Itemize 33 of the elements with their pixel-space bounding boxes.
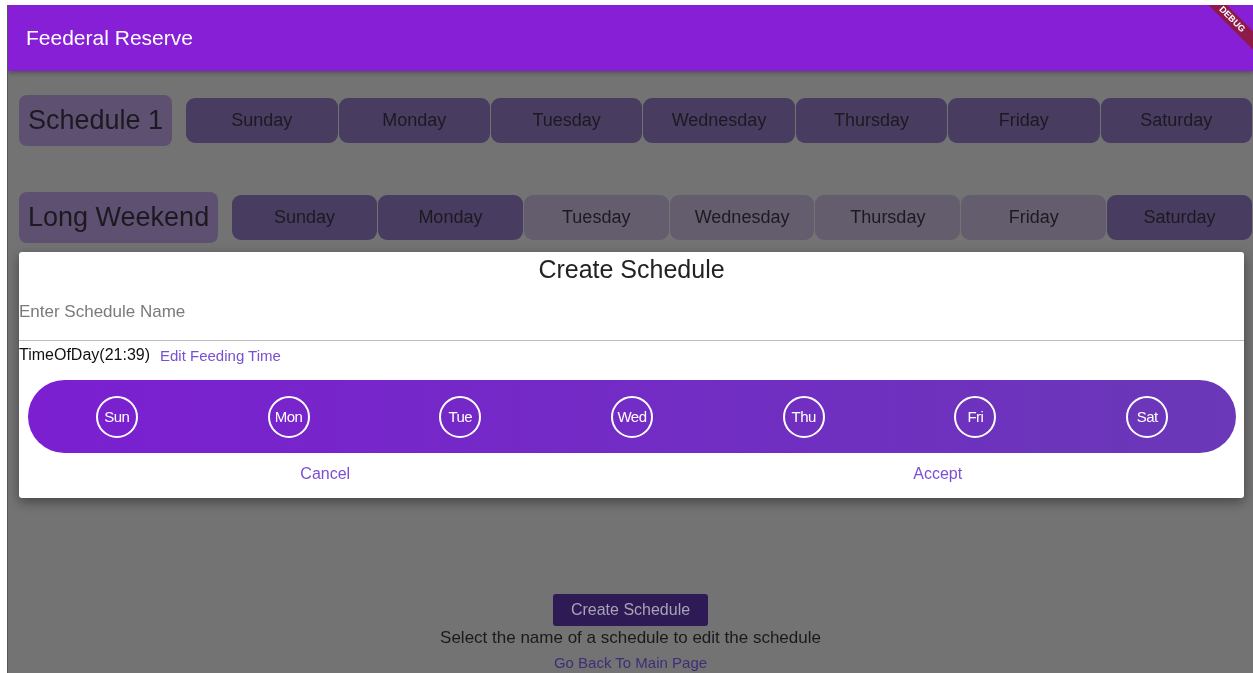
day-chip[interactable]: Tuesday — [523, 195, 669, 240]
day-toggle[interactable]: Tue — [439, 395, 482, 438]
day-toggle[interactable]: Sat — [1126, 395, 1169, 438]
day-chip[interactable]: Sunday — [232, 195, 377, 240]
day-toggle[interactable]: Thu — [782, 395, 825, 438]
schedule-name-field[interactable]: Enter Schedule Name — [19, 284, 1244, 341]
accept-button[interactable]: Accept — [905, 461, 971, 487]
day-chip[interactable]: Saturday — [1107, 195, 1252, 240]
time-text: TimeOfDay(21:39) — [19, 346, 150, 364]
day-chip[interactable]: Wednesday — [669, 195, 815, 240]
day-chip[interactable]: Friday — [961, 195, 1107, 240]
app-title: Feederal Reserve — [26, 26, 193, 50]
day-chip[interactable]: Friday — [948, 98, 1100, 143]
day-chip[interactable]: Thursday — [795, 98, 948, 143]
day-toggle[interactable]: Fri — [954, 395, 997, 438]
day-chip[interactable]: Sunday — [186, 98, 338, 143]
day-chip[interactable]: Thursday — [815, 195, 961, 240]
cancel-button[interactable]: Cancel — [292, 461, 359, 487]
edit-time-link[interactable]: Edit Feeding Time — [160, 346, 281, 364]
day-toggle[interactable]: Sun — [95, 395, 138, 438]
schedule-name-button[interactable]: Long Weekend — [19, 192, 219, 243]
day-chip[interactable]: Monday — [338, 98, 490, 143]
day-chip[interactable]: Monday — [378, 195, 523, 240]
back-link[interactable]: Go Back To Main Page — [553, 654, 708, 671]
instruction-text: Select the name of a schedule to edit the schedule — [440, 628, 821, 648]
day-toggle[interactable]: Mon — [267, 395, 310, 438]
create-schedule-button[interactable]: Create Schedule — [552, 594, 709, 626]
day-chip[interactable]: Tuesday — [490, 98, 643, 143]
day-chip[interactable]: Wednesday — [643, 98, 795, 143]
dialog-title: Create Schedule — [538, 255, 725, 284]
schedule-name-button[interactable]: Schedule 1 — [19, 95, 173, 146]
day-chip[interactable]: Saturday — [1100, 98, 1252, 143]
day-toggle[interactable]: Wed — [611, 395, 653, 438]
